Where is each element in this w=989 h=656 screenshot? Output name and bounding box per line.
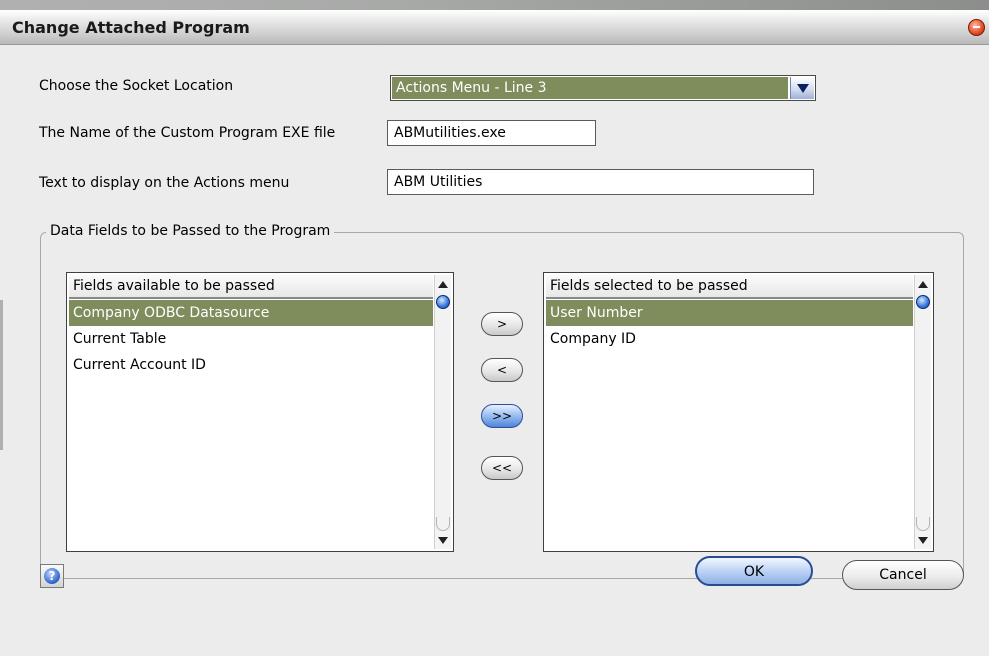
scroll-thumb[interactable] — [436, 295, 450, 309]
window-edge — [0, 300, 3, 450]
scroll-thumb[interactable] — [916, 295, 930, 309]
list-item[interactable]: Current Account ID — [69, 352, 433, 378]
menu-text-input[interactable]: ABM Utilities — [387, 169, 814, 195]
available-fields-header: Fields available to be passed — [69, 275, 433, 299]
scroll-track-end — [916, 517, 930, 531]
scroll-down-icon[interactable] — [915, 531, 931, 549]
help-button[interactable]: ? — [40, 564, 64, 588]
available-fields-items: Company ODBC Datasource Current Table Cu… — [69, 300, 433, 549]
dialog-body: Choose the Socket Location Actions Menu … — [0, 45, 989, 656]
list-item[interactable]: Current Table — [69, 326, 433, 352]
list-item[interactable]: Company ID — [546, 326, 913, 352]
available-fields-list[interactable]: Fields available to be passed Company OD… — [66, 272, 454, 552]
menu-text-label: Text to display on the Actions menu — [39, 175, 290, 191]
socket-location-value: Actions Menu - Line 3 — [392, 77, 788, 99]
dialog-title: Change Attached Program — [12, 18, 250, 37]
available-scrollbar[interactable] — [434, 275, 451, 549]
socket-location-select[interactable]: Actions Menu - Line 3 — [390, 75, 816, 101]
remove-all-fields-button[interactable]: << — [481, 456, 523, 480]
remove-field-button[interactable]: < — [481, 358, 523, 382]
cancel-button[interactable]: Cancel — [842, 560, 964, 590]
add-field-button[interactable]: > — [481, 312, 523, 336]
scroll-up-icon[interactable] — [915, 275, 931, 293]
list-item[interactable]: Company ODBC Datasource — [69, 300, 433, 326]
list-item[interactable]: User Number — [546, 300, 913, 326]
change-attached-program-dialog: Change Attached Program Choose the Socke… — [0, 0, 989, 656]
exe-name-input[interactable]: ABMutilities.exe — [387, 120, 596, 146]
title-bar: Change Attached Program — [0, 10, 989, 45]
background-strip — [0, 0, 989, 10]
selected-fields-items: User Number Company ID — [546, 300, 913, 549]
data-fields-group-title: Data Fields to be Passed to the Program — [46, 223, 335, 239]
exe-name-label: The Name of the Custom Program EXE file — [39, 125, 336, 141]
scroll-track-end — [436, 517, 450, 531]
help-icon: ? — [44, 568, 60, 584]
close-icon[interactable] — [968, 19, 985, 36]
ok-button[interactable]: OK — [695, 556, 813, 586]
add-all-fields-button[interactable]: >> — [481, 404, 523, 428]
selected-fields-list[interactable]: Fields selected to be passed User Number… — [543, 272, 934, 552]
selected-fields-header: Fields selected to be passed — [546, 275, 913, 299]
selected-scrollbar[interactable] — [914, 275, 931, 549]
scroll-down-icon[interactable] — [435, 531, 451, 549]
chevron-down-icon[interactable] — [790, 77, 814, 99]
scroll-up-icon[interactable] — [435, 275, 451, 293]
socket-location-label: Choose the Socket Location — [39, 78, 234, 94]
